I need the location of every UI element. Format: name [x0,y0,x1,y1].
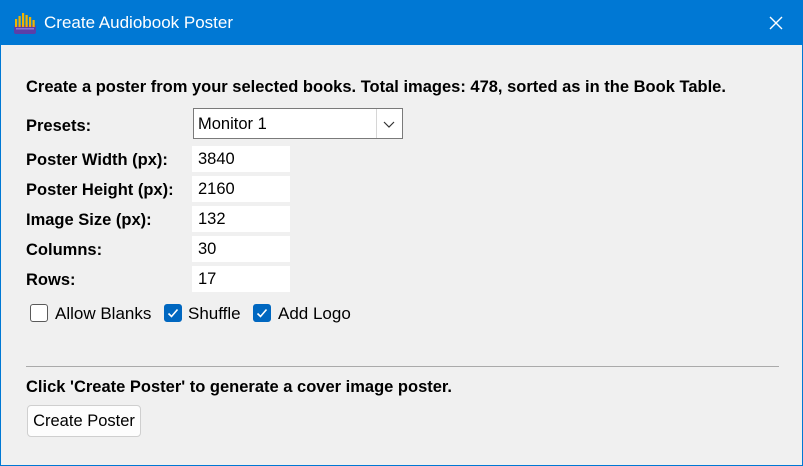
columns-input[interactable] [192,236,290,262]
poster-width-label: Poster Width (px): [26,151,168,169]
rows-label: Rows: [26,271,76,289]
image-size-label: Image Size (px): [26,211,152,229]
dialog-window: Create Audiobook Poster Create a poster … [0,0,803,466]
presets-select[interactable]: Monitor 1 [193,108,403,139]
description-text: Create a poster from your selected books… [26,78,726,96]
chevron-down-icon [383,121,395,128]
title-bar: Create Audiobook Poster [1,1,802,45]
image-size-input[interactable] [192,206,290,232]
add-logo-checkbox[interactable] [253,304,271,322]
poster-height-input[interactable] [192,176,290,202]
poster-width-input[interactable] [192,146,290,172]
app-icon [14,13,36,34]
columns-label: Columns: [26,241,103,259]
check-icon [256,308,268,318]
shuffle-checkbox[interactable] [164,304,182,322]
allow-blanks-label[interactable]: Allow Blanks [55,304,151,324]
check-icon [167,308,179,318]
rows-input[interactable] [192,266,290,292]
add-logo-label[interactable]: Add Logo [278,304,351,324]
window-title: Create Audiobook Poster [44,13,234,32]
presets-label: Presets: [26,117,92,135]
shuffle-label[interactable]: Shuffle [188,304,241,324]
presets-selected-value: Monitor 1 [198,115,267,133]
allow-blanks-checkbox[interactable] [30,304,48,322]
section-divider [26,366,779,367]
instruction-text: Click 'Create Poster' to generate a cove… [26,378,453,396]
poster-height-label: Poster Height (px): [26,181,174,199]
close-button[interactable] [750,1,802,45]
create-poster-button[interactable]: Create Poster [27,405,141,437]
select-divider [376,109,377,138]
close-icon [769,16,783,30]
